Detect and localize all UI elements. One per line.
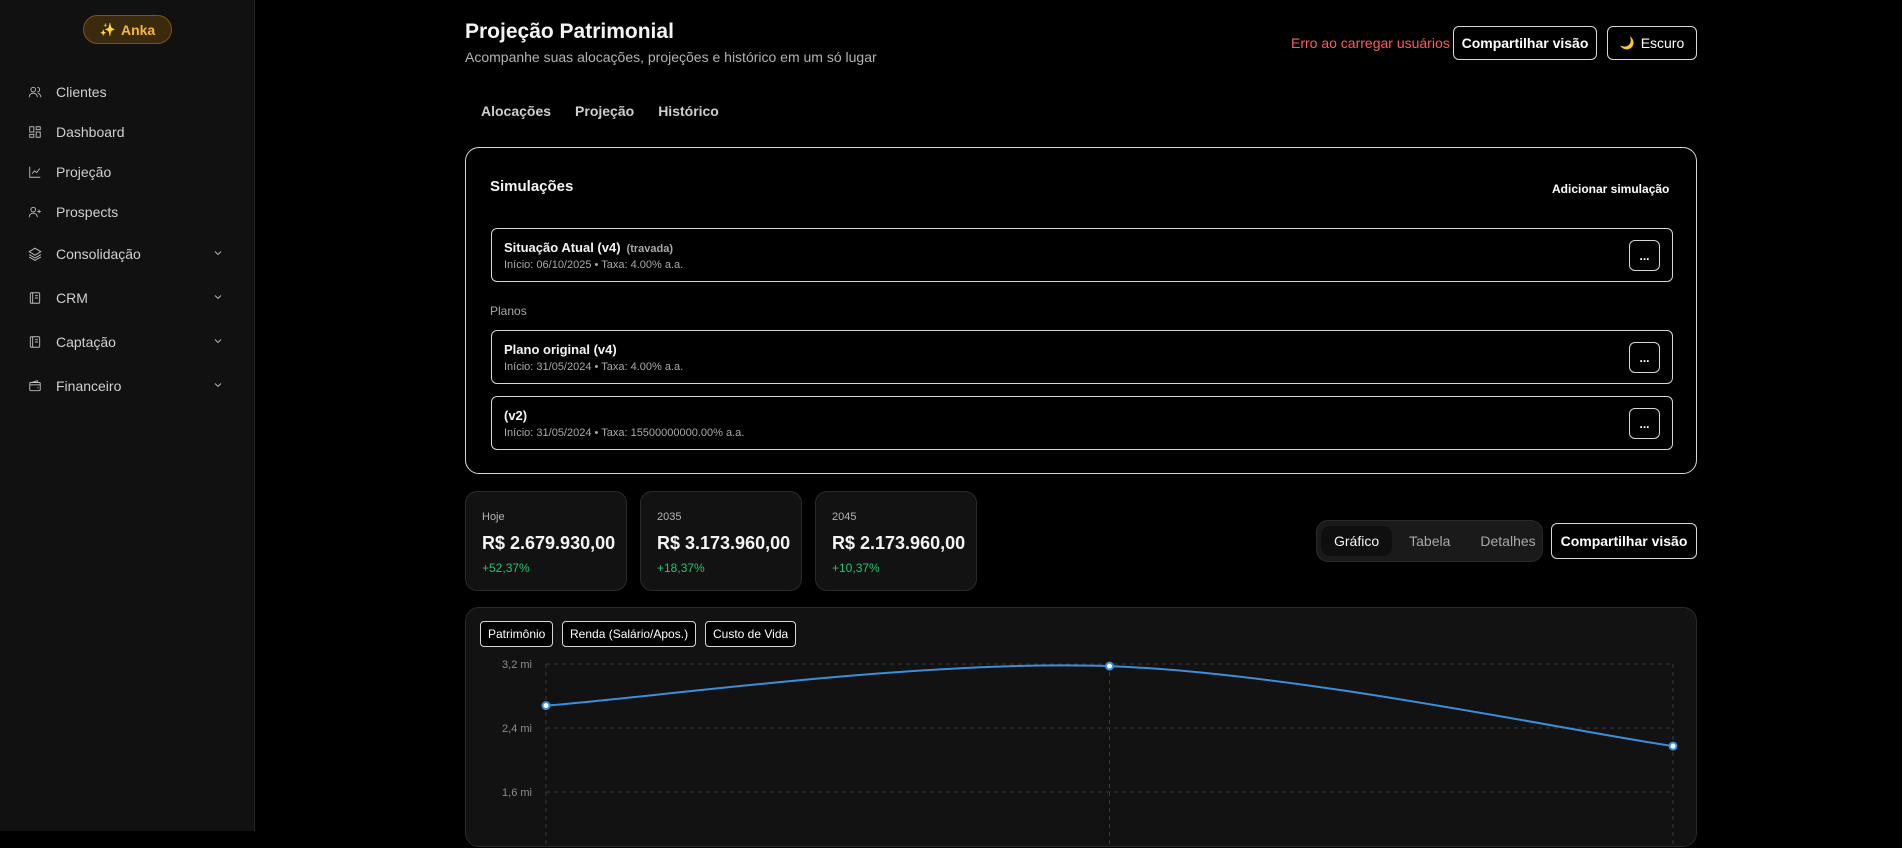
stat-card-hoje: Hoje R$ 2.679.930,00 +52,37% <box>465 491 627 591</box>
plan-name: (v2) <box>504 408 528 423</box>
theme-toggle-button[interactable]: 🌙 Escuro <box>1607 26 1697 60</box>
locked-tag: (travada) <box>626 243 674 255</box>
share-view-button-2[interactable]: Compartilhar visão <box>1551 523 1697 559</box>
data-point <box>1668 741 1678 751</box>
layers-icon <box>28 247 42 261</box>
data-point <box>541 701 551 711</box>
notebook-icon <box>28 335 42 349</box>
chart-line-icon <box>28 165 42 179</box>
plan-item[interactable]: (v2) Início: 31/05/2024 • Taxa: 15500000… <box>491 396 1673 450</box>
theme-label: Escuro <box>1640 35 1685 51</box>
sidebar-item-projecao[interactable]: Projeção <box>28 152 224 192</box>
chevron-down-icon[interactable] <box>212 290 224 306</box>
sidebar-item-label: Projeção <box>56 164 112 180</box>
more-options-button[interactable]: ... <box>1629 408 1660 439</box>
simulation-meta: Início: 06/10/2025 • Taxa: 4.00% a.a. <box>504 259 684 271</box>
sidebar-nav: Clientes Dashboard Projeção Prospects Co… <box>28 72 224 408</box>
view-option-tabela[interactable]: Tabela <box>1396 526 1463 556</box>
more-options-button[interactable]: ... <box>1629 342 1660 373</box>
plans-label: Planos <box>490 304 527 318</box>
sidebar-item-dashboard[interactable]: Dashboard <box>28 112 224 152</box>
sidebar-item-crm[interactable]: CRM <box>28 276 224 320</box>
moon-icon: 🌙 <box>1619 36 1635 50</box>
view-option-grafico[interactable]: Gráfico <box>1321 526 1393 556</box>
brand-badge[interactable]: ✨ Anka <box>83 15 172 44</box>
simulations-title: Simulações <box>490 178 574 195</box>
stat-label: 2035 <box>657 511 682 523</box>
sidebar-item-label: CRM <box>56 290 88 306</box>
sidebar-item-label: Captação <box>56 334 116 350</box>
view-toggle: Gráfico Tabela Detalhes <box>1316 520 1543 562</box>
simulation-current[interactable]: Situação Atual (v4) (travada) Início: 06/… <box>491 228 1673 282</box>
filter-patrimonio[interactable]: Patrimônio <box>480 621 554 647</box>
tab-bar: Alocações Projeção Histórico <box>481 103 719 119</box>
notebook-icon <box>28 291 42 305</box>
simulation-name-text: Situação Atual (v4) <box>504 240 621 255</box>
stat-label: 2045 <box>832 511 857 523</box>
stat-value: R$ 2.173.960,00 <box>832 533 966 553</box>
stat-change: +52,37% <box>482 561 530 575</box>
plan-meta: Início: 31/05/2024 • Taxa: 4.00% a.a. <box>504 361 684 373</box>
share-view-button[interactable]: Compartilhar visão <box>1453 26 1597 60</box>
user-plus-icon <box>28 205 42 219</box>
tab-historico[interactable]: Histórico <box>658 103 719 119</box>
page-subtitle: Acompanhe suas alocações, projeções e hi… <box>465 49 877 65</box>
tab-projecao[interactable]: Projeção <box>575 103 634 119</box>
chevron-down-icon[interactable] <box>212 334 224 350</box>
simulation-name: Situação Atual (v4) (travada) <box>504 240 673 255</box>
filter-custo-de-vida[interactable]: Custo de Vida <box>705 621 797 647</box>
y-tick-label: 3,2 mi <box>502 659 532 671</box>
stat-card-2035: 2035 R$ 3.173.960,00 +18,37% <box>640 491 802 591</box>
brand-label: Anka <box>120 21 156 38</box>
users-icon <box>28 85 42 99</box>
chevron-down-icon[interactable] <box>212 246 224 262</box>
page-title: Projeção Patrimonial <box>465 20 674 43</box>
sidebar-item-label: Dashboard <box>56 124 125 140</box>
y-tick-label: 1,6 mi <box>502 787 532 799</box>
stat-value: R$ 3.173.960,00 <box>657 533 791 553</box>
view-option-detalhes[interactable]: Detalhes <box>1467 526 1548 556</box>
sidebar-item-consolidacao[interactable]: Consolidação <box>28 232 224 276</box>
sidebar-item-label: Financeiro <box>56 378 122 394</box>
stat-change: +10,37% <box>832 561 880 575</box>
error-message: Erro ao carregar usuários <box>1291 35 1450 51</box>
sidebar-item-label: Consolidação <box>56 246 141 262</box>
y-tick-label: 2,4 mi <box>502 723 532 735</box>
simulations-card: Simulações Adicionar simulação Situação … <box>465 147 1697 474</box>
tab-alocacoes[interactable]: Alocações <box>481 103 551 119</box>
dashboard-icon <box>28 125 42 139</box>
add-simulation-button[interactable]: Adicionar simulação <box>1552 182 1669 196</box>
stat-label: Hoje <box>482 511 505 523</box>
stat-card-2045: 2045 R$ 2.173.960,00 +10,37% <box>815 491 977 591</box>
chart-card: 3,2 mi 2,4 mi 1,6 mi Patrimônio Renda (Sal… <box>465 607 1697 848</box>
sparkle-icon: ✨ <box>99 21 116 37</box>
more-options-button[interactable]: ... <box>1629 240 1660 271</box>
sidebar: ✨ Anka Clientes Dashboard Projeção Prosp… <box>0 0 255 831</box>
sidebar-item-financeiro[interactable]: Financeiro <box>28 364 224 408</box>
sidebar-item-label: Prospects <box>56 204 119 220</box>
sidebar-item-captacao[interactable]: Captação <box>28 320 224 364</box>
plan-item[interactable]: Plano original (v4) Início: 31/05/2024 •… <box>491 330 1673 384</box>
stat-change: +18,37% <box>657 561 705 575</box>
wallet-icon <box>28 379 42 393</box>
sidebar-item-label: Clientes <box>56 84 107 100</box>
stat-value: R$ 2.679.930,00 <box>482 533 616 553</box>
sidebar-item-prospects[interactable]: Prospects <box>28 192 224 232</box>
filter-renda[interactable]: Renda (Salário/Apos.) <box>562 621 697 647</box>
plan-meta: Início: 31/05/2024 • Taxa: 15500000000.0… <box>504 427 745 439</box>
sidebar-item-clientes[interactable]: Clientes <box>28 72 224 112</box>
data-point <box>1105 661 1114 671</box>
chevron-down-icon[interactable] <box>212 378 224 394</box>
plan-name: Plano original (v4) <box>504 342 617 357</box>
